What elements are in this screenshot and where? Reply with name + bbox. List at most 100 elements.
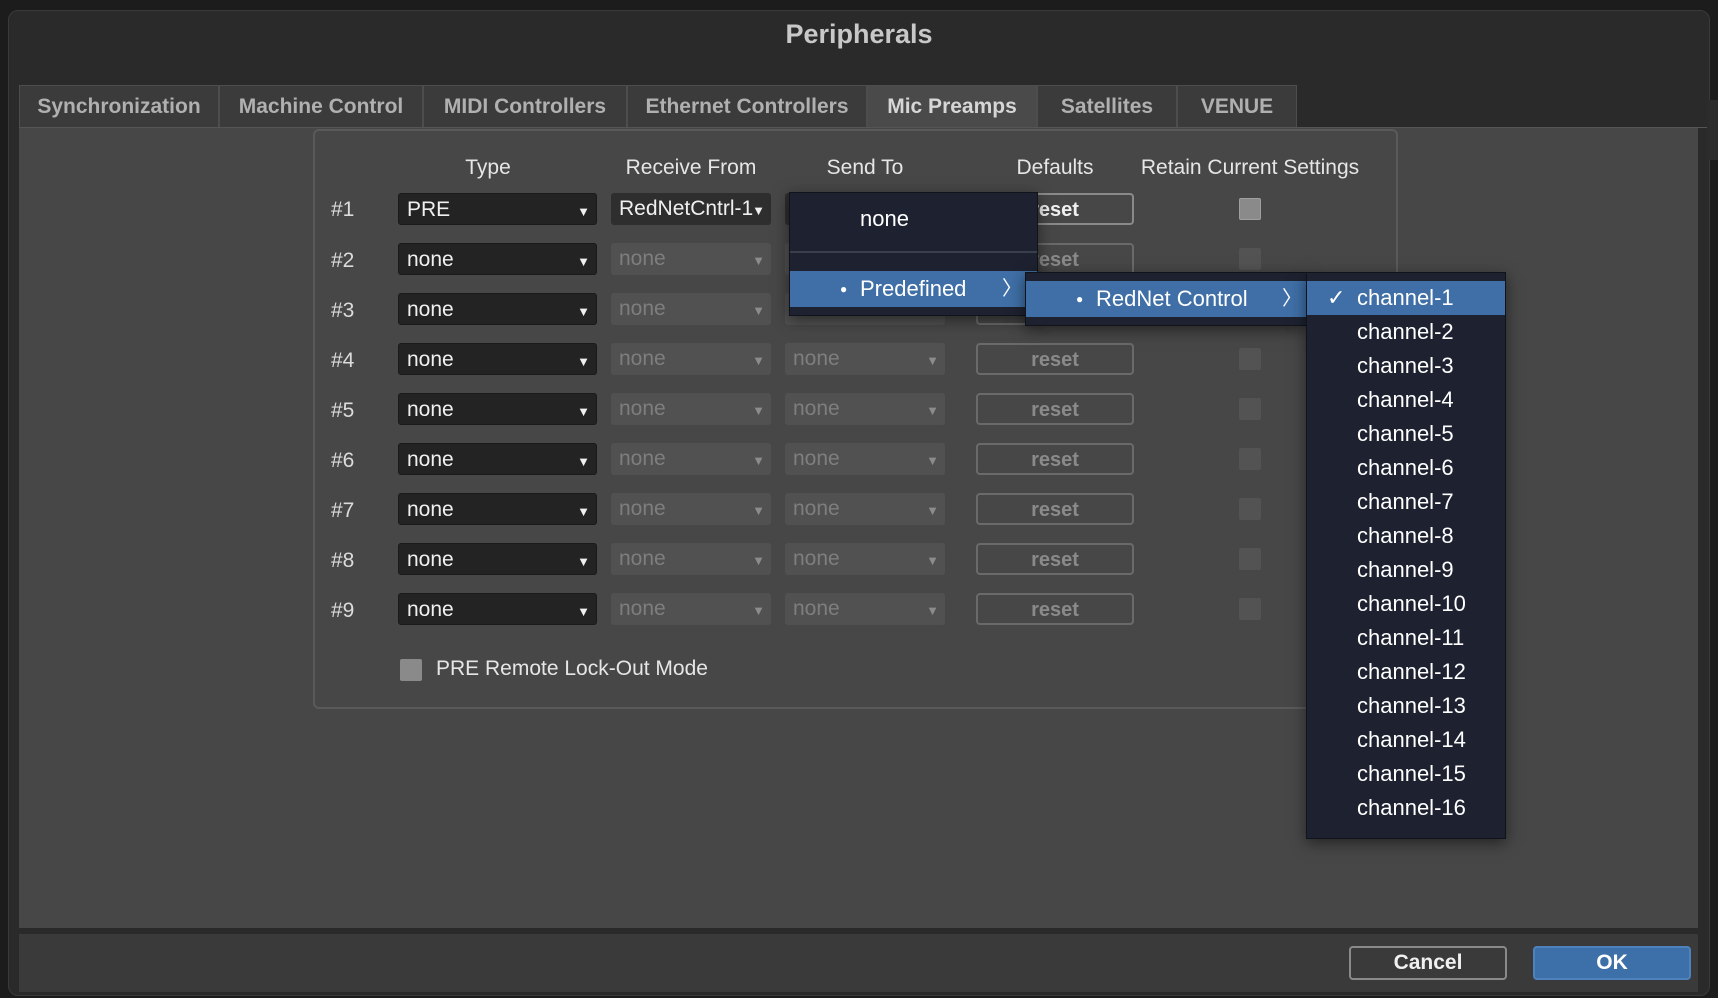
type-select[interactable]: none ▼ <box>398 543 597 575</box>
dropdown-arrow-icon: ▼ <box>577 304 590 319</box>
menu-item-channel[interactable]: channel-8 <box>1307 519 1505 553</box>
lockout-checkbox[interactable] <box>400 659 422 681</box>
reset-button[interactable]: reset <box>976 493 1134 525</box>
retain-checkbox[interactable] <box>1239 248 1261 270</box>
tab-satellites[interactable]: Satellites <box>1037 85 1177 127</box>
send-to-select[interactable]: none ▼ <box>785 493 945 525</box>
channel-submenu: ✓ channel-1 channel-2 channel-3 channel-… <box>1306 272 1506 839</box>
window-title: Peripherals <box>785 19 933 49</box>
type-select[interactable]: none ▼ <box>398 593 597 625</box>
menu-item-channel[interactable]: channel-11 <box>1307 621 1505 655</box>
predefined-submenu: ● RedNet Control 〉 <box>1025 272 1308 326</box>
row-label: #1 <box>331 198 355 221</box>
dropdown-arrow-icon: ▼ <box>577 604 590 619</box>
receive-from-select[interactable]: RedNetCntrl-1 ▼ <box>611 193 771 225</box>
menu-item-channel-label: channel-1 <box>1357 285 1454 310</box>
tab-venue[interactable]: VENUE <box>1177 85 1297 127</box>
menu-item-channel[interactable]: channel-13 <box>1307 689 1505 723</box>
type-select[interactable]: none ▼ <box>398 443 597 475</box>
menu-item-channel[interactable]: channel-2 <box>1307 315 1505 349</box>
dropdown-arrow-icon: ▼ <box>752 303 765 318</box>
send-to-select[interactable]: none ▼ <box>785 393 945 425</box>
row-label: #9 <box>331 599 355 622</box>
menu-item-predefined[interactable]: ● Predefined 〉 <box>790 271 1037 307</box>
menu-item-channel[interactable]: channel-12 <box>1307 655 1505 689</box>
menu-item-channel[interactable]: channel-15 <box>1307 757 1505 791</box>
dropdown-arrow-icon: ▼ <box>577 554 590 569</box>
receive-from-value: none <box>619 397 666 420</box>
menu-item-channel[interactable]: channel-7 <box>1307 485 1505 519</box>
receive-from-value: none <box>619 597 666 620</box>
send-to-select[interactable]: none ▼ <box>785 443 945 475</box>
column-header-retain: Retain Current Settings <box>1140 156 1360 179</box>
menu-item-channel[interactable]: channel-14 <box>1307 723 1505 757</box>
receive-from-select[interactable]: none ▼ <box>611 493 771 525</box>
type-select-value: none <box>407 298 454 321</box>
menu-item-none[interactable]: none <box>790 201 1037 237</box>
type-select-value: none <box>407 598 454 621</box>
send-to-select[interactable]: none ▼ <box>785 543 945 575</box>
reset-button[interactable]: reset <box>976 443 1134 475</box>
send-to-value: none <box>793 347 840 370</box>
type-select[interactable]: none ▼ <box>398 243 597 275</box>
receive-from-value: none <box>619 497 666 520</box>
receive-from-select[interactable]: none ▼ <box>611 393 771 425</box>
type-select[interactable]: none ▼ <box>398 343 597 375</box>
menu-item-channel[interactable]: channel-16 <box>1307 791 1505 825</box>
type-select[interactable]: PRE ▼ <box>398 193 597 225</box>
menu-item-channel[interactable]: channel-10 <box>1307 587 1505 621</box>
dropdown-arrow-icon: ▼ <box>577 354 590 369</box>
dropdown-arrow-icon: ▼ <box>752 553 765 568</box>
retain-checkbox[interactable] <box>1239 548 1261 570</box>
menu-item-channel[interactable]: channel-3 <box>1307 349 1505 383</box>
menu-separator <box>790 251 1037 253</box>
receive-from-value: none <box>619 447 666 470</box>
retain-checkbox[interactable] <box>1239 348 1261 370</box>
tab-midi-controllers[interactable]: MIDI Controllers <box>423 85 627 127</box>
row-label: #3 <box>331 299 355 322</box>
dropdown-arrow-icon: ▼ <box>752 203 765 218</box>
receive-from-select[interactable]: none ▼ <box>611 293 771 325</box>
menu-item-channel[interactable]: channel-6 <box>1307 451 1505 485</box>
receive-from-select[interactable]: none ▼ <box>611 443 771 475</box>
retain-checkbox[interactable] <box>1239 498 1261 520</box>
receive-from-select[interactable]: none ▼ <box>611 543 771 575</box>
cancel-button[interactable]: Cancel <box>1349 946 1507 980</box>
bullet-icon: ● <box>1076 292 1084 306</box>
type-select[interactable]: none ▼ <box>398 293 597 325</box>
type-select[interactable]: none ▼ <box>398 493 597 525</box>
retain-checkbox[interactable] <box>1239 398 1261 420</box>
reset-button[interactable]: reset <box>976 543 1134 575</box>
send-to-select[interactable]: none ▼ <box>785 593 945 625</box>
dropdown-arrow-icon: ▼ <box>577 504 590 519</box>
receive-from-select[interactable]: none ▼ <box>611 243 771 275</box>
checkmark-icon: ✓ <box>1327 285 1346 310</box>
receive-from-select[interactable]: none ▼ <box>611 343 771 375</box>
retain-checkbox[interactable] <box>1239 598 1261 620</box>
tab-synchronization[interactable]: Synchronization <box>19 85 219 127</box>
send-to-select[interactable]: none ▼ <box>785 343 945 375</box>
send-to-value: none <box>793 397 840 420</box>
ok-button[interactable]: OK <box>1533 946 1691 980</box>
tab-machine-control[interactable]: Machine Control <box>219 85 423 127</box>
menu-item-rednet-control[interactable]: ● RedNet Control 〉 <box>1026 281 1307 317</box>
chevron-right-icon: 〉 <box>1282 288 1302 310</box>
bullet-icon: ● <box>840 282 848 296</box>
tab-ethernet-controllers[interactable]: Ethernet Controllers <box>627 85 867 127</box>
menu-item-rednet-control-label: RedNet Control <box>1096 286 1248 311</box>
receive-from-select[interactable]: none ▼ <box>611 593 771 625</box>
dropdown-arrow-icon: ▼ <box>577 204 590 219</box>
dropdown-arrow-icon: ▼ <box>752 403 765 418</box>
reset-button[interactable]: reset <box>976 343 1134 375</box>
menu-item-channel[interactable]: channel-5 <box>1307 417 1505 451</box>
reset-button[interactable]: reset <box>976 593 1134 625</box>
retain-checkbox[interactable] <box>1239 198 1261 220</box>
menu-item-channel[interactable]: ✓ channel-1 <box>1307 281 1505 315</box>
tab-mic-preamps[interactable]: Mic Preamps <box>867 85 1037 127</box>
retain-checkbox[interactable] <box>1239 448 1261 470</box>
menu-item-channel[interactable]: channel-4 <box>1307 383 1505 417</box>
reset-button[interactable]: reset <box>976 393 1134 425</box>
menu-item-channel[interactable]: channel-9 <box>1307 553 1505 587</box>
type-select[interactable]: none ▼ <box>398 393 597 425</box>
column-header-type: Type <box>465 156 511 179</box>
